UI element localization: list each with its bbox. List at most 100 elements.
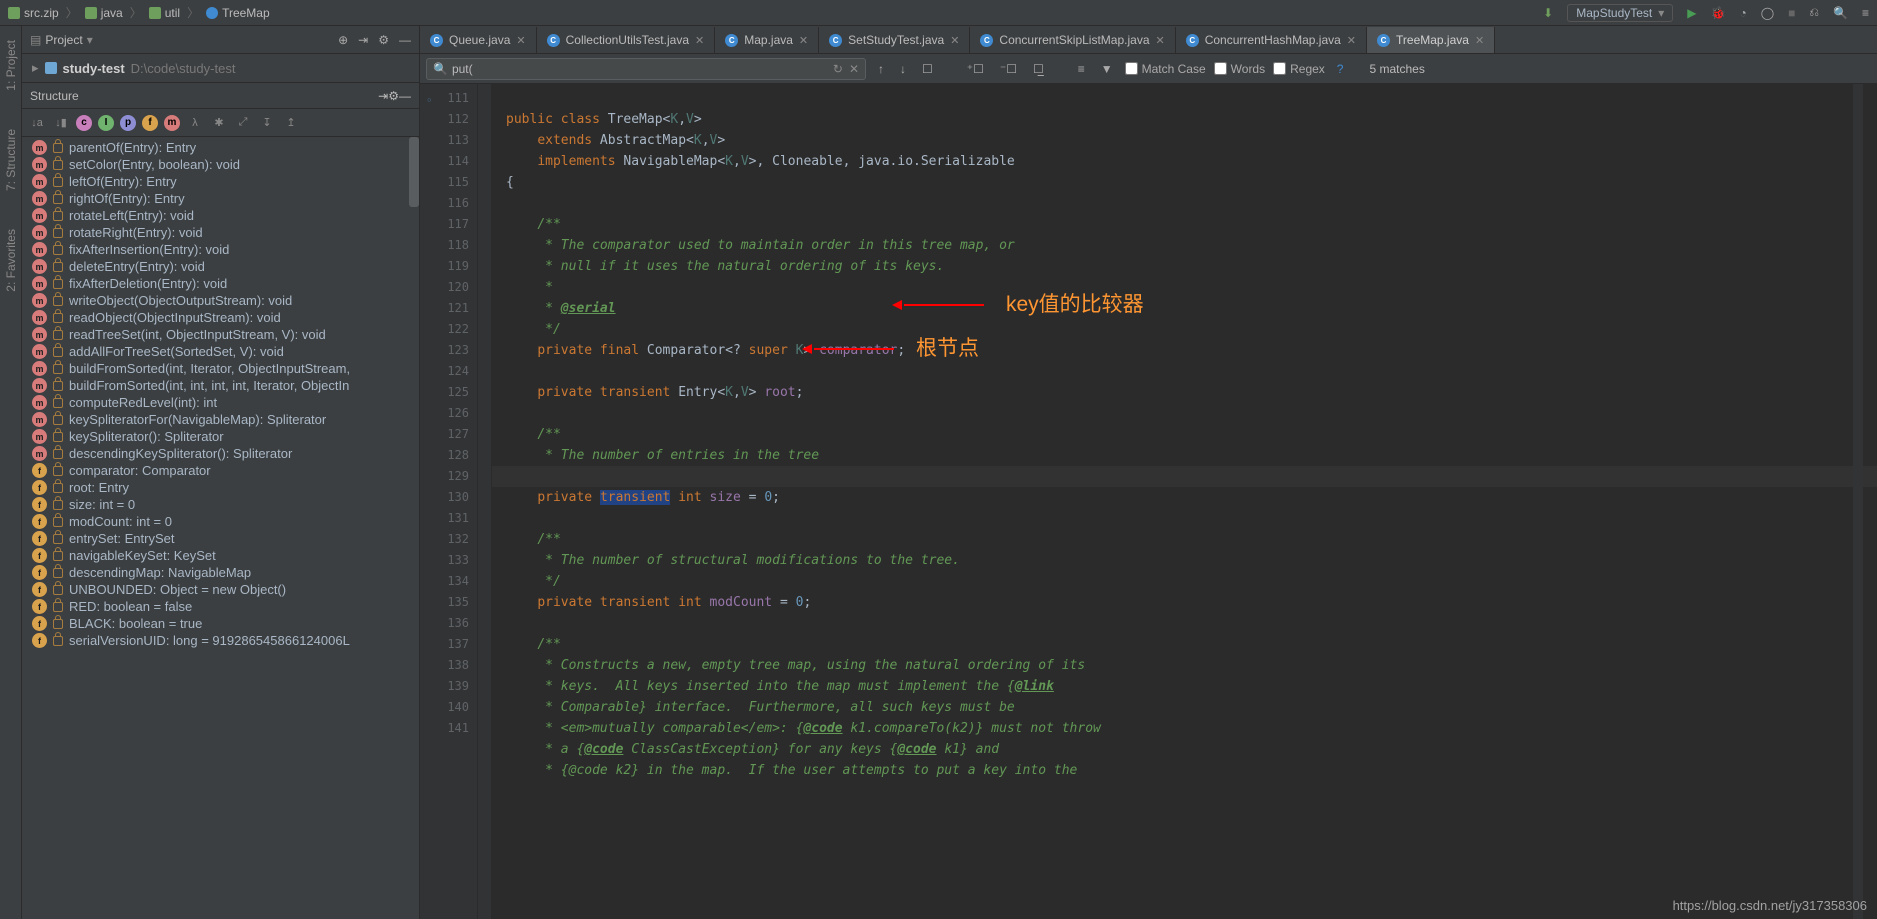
code-text[interactable]: public class TreeMap<K,V> extends Abstra… [492, 84, 1877, 919]
structure-item[interactable]: mcomputeRedLevel(int): int [22, 394, 419, 411]
vcs-icon[interactable]: ⎌ [1809, 5, 1819, 20]
add-selection-icon[interactable]: ⁺☐ [963, 62, 988, 76]
find-input[interactable] [452, 62, 833, 76]
structure-item[interactable]: froot: Entry [22, 479, 419, 496]
rail-project[interactable]: 1: Project [4, 36, 18, 95]
structure-item[interactable]: mdescendingKeySpliterator(): Spliterator [22, 445, 419, 462]
structure-item[interactable]: mfixAfterInsertion(Entry): void [22, 241, 419, 258]
editor-tab[interactable]: CConcurrentHashMap.java✕ [1176, 27, 1367, 53]
autoscroll2-icon[interactable]: ↥ [282, 114, 300, 132]
sort-vis-icon[interactable]: ↓▮ [52, 114, 70, 132]
structure-item[interactable]: fcomparator: Comparator [22, 462, 419, 479]
editor-tab[interactable]: CTreeMap.java✕ [1367, 27, 1495, 53]
words-checkbox[interactable]: Words [1214, 62, 1265, 76]
crumb-java[interactable]: java [101, 6, 123, 20]
select-all-button[interactable]: ☐ [918, 62, 937, 76]
crumb-util[interactable]: util [165, 6, 180, 20]
prev-match-button[interactable]: ↑ [874, 62, 888, 76]
structure-item[interactable]: mreadObject(ObjectInputStream): void [22, 309, 419, 326]
match-case-checkbox[interactable]: Match Case [1125, 62, 1206, 76]
filter-lambda-icon[interactable]: λ [186, 114, 204, 132]
structure-item[interactable]: fnavigableKeySet: KeySet [22, 547, 419, 564]
run-config-select[interactable]: MapStudyTest ▾ [1567, 4, 1673, 22]
structure-list[interactable]: mparentOf(Entry): EntrymsetColor(Entry, … [22, 137, 419, 919]
gear-icon[interactable]: ⚙ [378, 33, 389, 47]
structure-item[interactable]: mdeleteEntry(Entry): void [22, 258, 419, 275]
structure-item[interactable]: fdescendingMap: NavigableMap [22, 564, 419, 581]
layout-icon[interactable]: ≡ [1862, 6, 1869, 20]
filter-field-button[interactable]: f [142, 115, 158, 131]
remove-selection-icon[interactable]: ⁻☐ [996, 62, 1021, 76]
structure-item[interactable]: mbuildFromSorted(int, Iterator, ObjectIn… [22, 360, 419, 377]
editor-tab[interactable]: CConcurrentSkipListMap.java✕ [970, 27, 1175, 53]
breadcrumb[interactable]: src.zip〉 java〉 util〉 TreeMap [8, 4, 270, 21]
build-icon[interactable]: ⬇ [1543, 6, 1553, 20]
structure-item[interactable]: mfixAfterDeletion(Entry): void [22, 275, 419, 292]
error-stripe[interactable] [1853, 84, 1863, 919]
filter-method-button[interactable]: m [164, 115, 180, 131]
structure-item[interactable]: maddAllForTreeSet(SortedSet, V): void [22, 343, 419, 360]
sort-az-icon[interactable]: ↓a [28, 114, 46, 132]
crumb-src[interactable]: src.zip [24, 6, 59, 20]
filter-class-button[interactable]: c [76, 115, 92, 131]
close-tab-icon[interactable]: ✕ [1347, 34, 1356, 47]
structure-item[interactable]: fUNBOUNDED: Object = new Object() [22, 581, 419, 598]
close-tab-icon[interactable]: ✕ [516, 34, 525, 47]
filter-settings-icon[interactable]: ≡ [1074, 62, 1089, 76]
structure-item[interactable]: mwriteObject(ObjectOutputStream): void [22, 292, 419, 309]
structure-item[interactable]: mkeySpliterator(): Spliterator [22, 428, 419, 445]
structure-item[interactable]: fBLACK: boolean = true [22, 615, 419, 632]
structure-item[interactable]: mkeySpliteratorFor(NavigableMap): Splite… [22, 411, 419, 428]
regex-checkbox[interactable]: Regex [1273, 62, 1325, 76]
structure-item[interactable]: mrightOf(Entry): Entry [22, 190, 419, 207]
close-tab-icon[interactable]: ✕ [1475, 34, 1484, 47]
profile-button[interactable]: ◯ [1761, 6, 1774, 20]
collapse-icon[interactable]: ⇥ [378, 89, 388, 103]
locate-icon[interactable]: ⊕ [338, 33, 348, 47]
select-all-occ-icon[interactable]: ☐̲ [1029, 62, 1048, 76]
filter-anon-icon[interactable]: ✱ [210, 114, 228, 132]
structure-item[interactable]: mrotateRight(Entry): void [22, 224, 419, 241]
editor-tab[interactable]: CCollectionUtilsTest.java✕ [537, 27, 716, 53]
project-tree[interactable]: ▸ study-test D:\code\study-test [22, 54, 419, 83]
filter-interface-button[interactable]: I [98, 115, 114, 131]
autoscroll-icon[interactable]: ↧ [258, 114, 276, 132]
structure-item[interactable]: fsize: int = 0 [22, 496, 419, 513]
rail-structure[interactable]: 7: Structure [4, 125, 18, 195]
scrollbar-thumb[interactable] [409, 137, 419, 207]
close-tab-icon[interactable]: ✕ [1156, 34, 1165, 47]
coverage-button[interactable]: ◔ [1739, 6, 1746, 20]
hide-icon[interactable]: — [399, 89, 411, 103]
debug-button[interactable]: 🐞 [1711, 6, 1726, 20]
structure-item[interactable]: fserialVersionUID: long = 91928654586612… [22, 632, 419, 649]
project-root[interactable]: study-test [63, 61, 125, 76]
structure-item[interactable]: mleftOf(Entry): Entry [22, 173, 419, 190]
close-tab-icon[interactable]: ✕ [695, 34, 704, 47]
search-icon[interactable]: 🔍 [1833, 6, 1848, 20]
editor-tab[interactable]: CMap.java✕ [715, 27, 819, 53]
find-input-box[interactable]: 🔍 ↻ ✕ [426, 58, 866, 80]
structure-item[interactable]: mrotateLeft(Entry): void [22, 207, 419, 224]
structure-item[interactable]: mbuildFromSorted(int, int, int, int, Ite… [22, 377, 419, 394]
collapse-icon[interactable]: ⇥ [358, 33, 368, 47]
expand-icon[interactable]: ⤢ [234, 114, 252, 132]
close-tab-icon[interactable]: ✕ [950, 34, 959, 47]
line-gutter[interactable]: 1111121131141151161171181191201211221231… [420, 84, 478, 919]
rail-favorites[interactable]: 2: Favorites [4, 225, 18, 296]
history-icon[interactable]: ↻ [833, 62, 843, 76]
funnel-icon[interactable]: ▼ [1097, 62, 1117, 76]
fold-gutter[interactable] [478, 84, 492, 919]
clear-icon[interactable]: ✕ [849, 62, 859, 76]
chevron-down-icon[interactable]: ▾ [87, 33, 93, 47]
next-match-button[interactable]: ↓ [896, 62, 910, 76]
stop-button[interactable]: ■ [1788, 6, 1795, 20]
hide-icon[interactable]: — [399, 33, 411, 47]
crumb-class[interactable]: TreeMap [222, 6, 270, 20]
filter-prop-button[interactable]: p [120, 115, 136, 131]
chevron-right-icon[interactable]: ▸ [32, 60, 39, 76]
structure-item[interactable]: mreadTreeSet(int, ObjectInputStream, V):… [22, 326, 419, 343]
structure-item[interactable]: fRED: boolean = false [22, 598, 419, 615]
structure-item[interactable]: fentrySet: EntrySet [22, 530, 419, 547]
editor-tab[interactable]: CQueue.java✕ [420, 27, 537, 53]
run-button[interactable]: ▶ [1687, 6, 1696, 20]
